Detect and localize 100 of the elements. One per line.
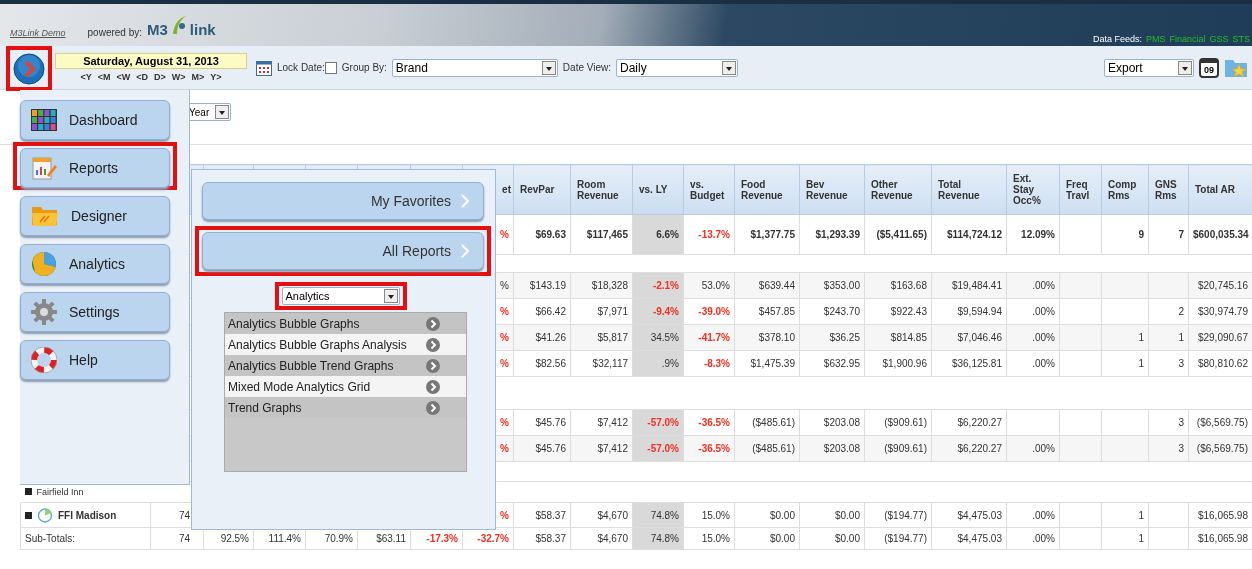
table-cell: $45.76 xyxy=(535,417,566,428)
report-group-button[interactable]: All Reports xyxy=(202,232,484,270)
table-cell: .00% xyxy=(1032,443,1055,454)
table-cell: $7,971 xyxy=(597,306,628,317)
table-cell: $203.08 xyxy=(823,443,860,454)
column-header[interactable]: vs. Budget xyxy=(683,164,735,215)
column-header[interactable]: vs. LY xyxy=(632,164,684,215)
table-cell: $378.10 xyxy=(758,332,795,343)
logo-text: M3 xyxy=(147,21,168,38)
collapse-icon[interactable] xyxy=(25,511,32,519)
table-cell: 111.4% xyxy=(268,533,301,544)
table-cell: $36,125.81 xyxy=(951,358,1002,369)
menu-item[interactable]: Help xyxy=(20,340,170,380)
powered-by-label: powered by: xyxy=(87,27,142,38)
table-cell: -32.7% xyxy=(477,533,509,544)
report-item[interactable]: Analytics Bubble Graphs xyxy=(225,313,466,334)
table-cell: $1,293.39 xyxy=(815,229,860,240)
menu-item[interactable]: Reports xyxy=(20,148,170,188)
row-label: Sub-Totals: xyxy=(25,533,76,544)
date-nav-link[interactable]: W> xyxy=(171,72,186,82)
date-nav-link[interactable]: <W xyxy=(116,72,131,82)
date-view-label: Date View: xyxy=(562,62,612,73)
table-cell: $243.70 xyxy=(823,306,860,317)
table-cell: 7 xyxy=(1178,229,1184,240)
table-cell: 6.6% xyxy=(656,229,679,240)
column-header[interactable]: Other Revenue xyxy=(864,164,932,215)
date-nav-link[interactable]: <D xyxy=(136,72,148,82)
column-header[interactable]: Bev Revenue xyxy=(799,164,865,215)
menu-item[interactable]: Dashboard xyxy=(20,100,170,140)
column-header[interactable]: Food Revenue xyxy=(734,164,800,215)
table-cell: % xyxy=(500,332,509,343)
table-cell: $639.44 xyxy=(758,280,795,291)
table-cell: .00% xyxy=(1032,306,1055,317)
export-select[interactable]: Export xyxy=(1104,58,1194,77)
table-cell: $4,475.03 xyxy=(957,533,1002,544)
folder-icon xyxy=(31,205,59,227)
table-cell: $7,412 xyxy=(597,417,628,428)
table-cell: $30,974.79 xyxy=(1197,306,1248,317)
table-cell: $58.37 xyxy=(535,509,566,521)
table-cell: $163.68 xyxy=(890,280,927,291)
table-cell: .9% xyxy=(661,358,679,369)
report-item[interactable]: Analytics Bubble Graphs Analysis xyxy=(225,334,466,355)
collapse-icon[interactable] xyxy=(24,488,32,496)
table-cell: $632.95 xyxy=(823,358,860,369)
column-header[interactable]: Freq Travl xyxy=(1059,164,1102,215)
table-cell: % xyxy=(500,509,509,521)
table-cell: ($6,569.75) xyxy=(1196,443,1248,454)
table-cell: ($6,569.75) xyxy=(1196,417,1248,428)
date-field[interactable]: Saturday, August 31, 2013 xyxy=(55,53,247,69)
table-cell: ($194.77) xyxy=(884,509,927,521)
column-header[interactable]: Room Revenue xyxy=(570,164,633,215)
column-header[interactable]: Total AR xyxy=(1188,164,1252,215)
table-cell: -57.0% xyxy=(647,417,679,428)
table-cell: -36.5% xyxy=(698,417,730,428)
table-cell: ($485.61) xyxy=(752,417,795,428)
table-cell: $41.26 xyxy=(535,332,566,343)
column-header[interactable]: Ext. Stay Occ% xyxy=(1006,164,1060,215)
calendar-button[interactable]: 09 xyxy=(1199,57,1219,78)
table-cell: -17.3% xyxy=(426,533,458,544)
date-nav-link[interactable]: M> xyxy=(191,72,205,82)
table-cell: % xyxy=(500,229,509,240)
menu-item[interactable]: Designer xyxy=(20,196,170,236)
table-cell: $19,484.41 xyxy=(951,280,1002,291)
feed-status: GSS xyxy=(1209,34,1229,44)
menu-item[interactable]: Analytics xyxy=(20,244,170,284)
table-cell: $6,220.27 xyxy=(957,417,1002,428)
table-cell: $1,475.39 xyxy=(750,358,795,369)
table-cell: % xyxy=(500,306,509,317)
date-nav-link[interactable]: Y> xyxy=(210,72,222,82)
lock-date-label: Lock Date: xyxy=(277,62,325,73)
menu-item[interactable]: Settings xyxy=(20,292,170,332)
table-cell: .00% xyxy=(1032,358,1055,369)
column-header[interactable]: GNS Rms xyxy=(1148,164,1189,215)
calendar-icon[interactable] xyxy=(256,59,272,76)
report-item[interactable]: Trend Graphs xyxy=(225,397,466,418)
column-header[interactable]: RevPar xyxy=(513,164,571,215)
demo-link[interactable]: M3Link Demo xyxy=(10,28,66,38)
table-cell: 3 xyxy=(1178,417,1184,428)
column-header[interactable]: Total Revenue xyxy=(931,164,1007,215)
table-cell: -9.4% xyxy=(652,306,679,317)
date-view-select[interactable]: Daily xyxy=(616,58,739,77)
group-by-label: Group By: xyxy=(341,62,387,73)
category-select[interactable]: Analytics xyxy=(281,287,400,305)
date-nav-link[interactable]: <M xyxy=(97,72,111,82)
pie-chart-icon xyxy=(31,251,57,277)
lock-date-checkbox[interactable] xyxy=(324,61,337,74)
date-nav-link[interactable]: <Y xyxy=(80,72,92,82)
report-item[interactable]: Analytics Bubble Trend Graphs xyxy=(225,355,466,376)
table-cell: $143.19 xyxy=(529,280,566,291)
column-header[interactable]: et xyxy=(502,184,511,195)
column-header[interactable]: Comp Rms xyxy=(1101,164,1149,215)
report-item[interactable]: Mixed Mode Analytics Grid xyxy=(225,376,466,397)
feed-status: Financial xyxy=(1169,34,1206,44)
date-nav-link[interactable]: D> xyxy=(154,72,166,82)
menu-toggle-button[interactable] xyxy=(13,52,45,85)
table-cell: ($909.61) xyxy=(884,417,927,428)
chart-icon[interactable] xyxy=(37,507,53,523)
report-group-button[interactable]: My Favorites xyxy=(202,182,484,220)
table-cell: -36.5% xyxy=(698,443,730,454)
group-by-select[interactable]: Brand xyxy=(391,58,558,77)
